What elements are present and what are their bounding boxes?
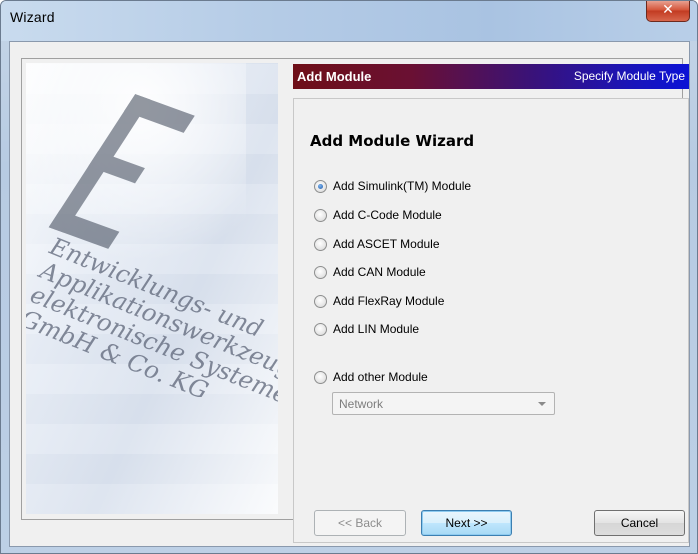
- option-label: Add other Module: [333, 370, 428, 384]
- wizard-heading: Add Module Wizard: [310, 132, 475, 150]
- window-title: Wizard: [10, 9, 55, 25]
- option-label: Add C-Code Module: [333, 208, 442, 222]
- option-label: Add CAN Module: [333, 265, 426, 279]
- option-can[interactable]: Add CAN Module: [314, 263, 426, 281]
- close-icon: ✕: [662, 2, 674, 18]
- chevron-down-icon: [538, 402, 546, 406]
- option-lin[interactable]: Add LIN Module: [314, 320, 419, 338]
- logo-text: Entwicklungs- und Applikationswerkzeuge …: [26, 232, 278, 410]
- close-button[interactable]: ✕: [646, 1, 690, 22]
- radio-icon[interactable]: [314, 322, 327, 336]
- radio-icon[interactable]: [314, 370, 327, 384]
- step-title: Add Module: [297, 69, 372, 84]
- other-module-select[interactable]: Network: [332, 392, 555, 415]
- option-other[interactable]: Add other Module: [314, 368, 428, 386]
- cancel-button[interactable]: Cancel: [594, 510, 685, 536]
- option-label: Add FlexRay Module: [333, 294, 445, 308]
- option-c-code[interactable]: Add C-Code Module: [314, 206, 442, 224]
- title-bar[interactable]: Wizard ✕: [1, 1, 697, 41]
- radio-icon[interactable]: [314, 179, 327, 193]
- step-header: Add Module Specify Module Type: [293, 64, 689, 89]
- radio-icon[interactable]: [314, 237, 327, 251]
- step-subtitle: Specify Module Type: [573, 69, 685, 83]
- option-simulink[interactable]: Add Simulink(TM) Module: [314, 177, 471, 195]
- option-flexray[interactable]: Add FlexRay Module: [314, 292, 444, 310]
- select-value: Network: [339, 397, 384, 411]
- back-button[interactable]: << Back: [314, 510, 406, 536]
- wizard-window: Wizard ✕ Entwicklungs- und Applikationsw…: [0, 0, 698, 554]
- next-button[interactable]: Next >>: [421, 510, 512, 536]
- option-ascet[interactable]: Add ASCET Module: [314, 235, 440, 253]
- option-label: Add Simulink(TM) Module: [333, 179, 472, 193]
- option-label: Add LIN Module: [333, 322, 420, 336]
- wizard-side-image: Entwicklungs- und Applikationswerkzeuge …: [26, 63, 278, 514]
- radio-icon[interactable]: [314, 294, 327, 308]
- option-label: Add ASCET Module: [333, 237, 440, 251]
- radio-icon[interactable]: [314, 265, 327, 279]
- radio-icon[interactable]: [314, 208, 327, 222]
